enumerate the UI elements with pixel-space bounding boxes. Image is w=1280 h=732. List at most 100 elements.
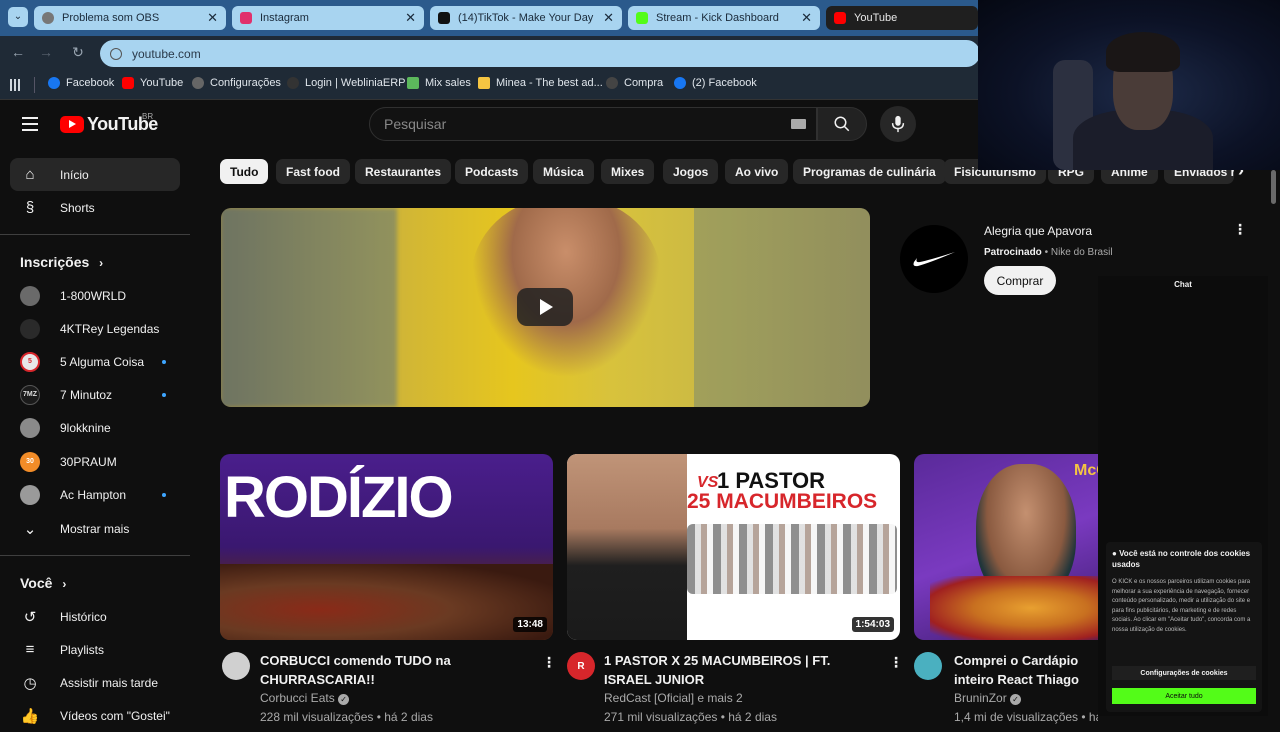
bookmark-configuracoes[interactable]: Configurações bbox=[192, 77, 281, 89]
show-more-label: Mostrar mais bbox=[60, 521, 130, 536]
thumb-text: RODÍZIO bbox=[224, 465, 454, 530]
subscription-item[interactable]: 30 30PRAUM bbox=[10, 445, 180, 478]
video-menu-icon[interactable]: ⋮ bbox=[542, 654, 556, 671]
close-tab-icon[interactable]: ✕ bbox=[603, 10, 614, 26]
subscription-item[interactable]: 5 5 Alguma Coisa bbox=[10, 345, 180, 378]
bookmark-weblinia[interactable]: Login | WebliniaERP bbox=[287, 77, 406, 89]
show-more-button[interactable]: ⌄ Mostrar mais bbox=[10, 512, 180, 545]
subscriptions-heading[interactable]: Inscrições › bbox=[20, 254, 103, 270]
close-tab-icon[interactable]: ✕ bbox=[405, 10, 416, 26]
bookmark-compra[interactable]: Compra bbox=[606, 77, 663, 89]
playlists-icon: ≡ bbox=[25, 641, 35, 658]
page-scrollbar[interactable] bbox=[1271, 170, 1276, 204]
chip-fast-food[interactable]: Fast food bbox=[276, 159, 350, 184]
thumb-food bbox=[930, 576, 1098, 640]
nike-logo[interactable] bbox=[900, 225, 968, 293]
comprar-button[interactable]: Comprar bbox=[984, 266, 1056, 295]
voice-search-button[interactable] bbox=[880, 106, 916, 142]
browser-tab-tiktok[interactable]: (14)TikTok - Make Your Day ✕ bbox=[430, 6, 622, 30]
globe-icon bbox=[287, 77, 299, 89]
video-thumbnail[interactable]: VS 1 PASTOR 25 MACUMBEIROS 1:54:03 bbox=[567, 454, 900, 640]
url-text[interactable]: youtube.com bbox=[132, 47, 201, 61]
subscription-item[interactable]: 4KTRey Legendas bbox=[10, 312, 180, 345]
channel-avatar[interactable] bbox=[914, 652, 942, 680]
sidebar-item-playlists[interactable]: ≡ Playlists bbox=[10, 633, 180, 666]
shorts-icon: § bbox=[25, 199, 35, 216]
apps-grid-icon[interactable] bbox=[10, 79, 22, 91]
bookmark-mix-sales[interactable]: Mix sales bbox=[407, 77, 471, 89]
avatar: 7MZ bbox=[20, 384, 40, 405]
video-title[interactable]: 1 PASTOR X 25 MACUMBEIROS | FT. ISRAEL J… bbox=[604, 651, 874, 689]
chip-tudo[interactable]: Tudo bbox=[220, 159, 269, 184]
keyboard-icon[interactable] bbox=[791, 119, 806, 129]
video-title[interactable]: CORBUCCI comendo TUDO na CHURRASCARIA!! bbox=[260, 651, 520, 689]
address-bar[interactable]: youtube.com bbox=[100, 40, 980, 67]
thumb-person bbox=[567, 454, 687, 640]
sidebar-item-historico[interactable]: ↺ Histórico bbox=[10, 600, 180, 633]
sidebar-item-liked[interactable]: 👍 Vídeos com "Gostei" bbox=[10, 699, 180, 732]
chip-restaurantes[interactable]: Restaurantes bbox=[355, 159, 452, 184]
search-button[interactable] bbox=[817, 107, 867, 141]
channel-name[interactable]: Corbucci Eats ✓ bbox=[260, 691, 350, 705]
kick-icon bbox=[636, 12, 648, 24]
accept-all-button[interactable]: Aceitar tudo bbox=[1112, 688, 1256, 704]
bookmark-youtube[interactable]: YouTube bbox=[122, 77, 183, 89]
subscription-item[interactable]: 1-800WRLD bbox=[10, 279, 180, 312]
cookie-consent-popup: ● Você está no controle dos cookies usad… bbox=[1106, 542, 1262, 712]
settings-icon bbox=[42, 12, 54, 24]
sidebar-item-label: Início bbox=[60, 167, 89, 182]
chip-musica[interactable]: Música bbox=[533, 159, 594, 184]
you-heading[interactable]: Você › bbox=[20, 575, 66, 591]
sidebar-divider bbox=[0, 234, 190, 235]
channel-avatar[interactable]: R bbox=[567, 652, 595, 680]
ad-title[interactable]: Alegria que Apavora bbox=[984, 224, 1092, 238]
close-tab-icon[interactable]: ✕ bbox=[207, 10, 218, 26]
browser-tab-obs[interactable]: Problema som OBS ✕ bbox=[34, 6, 226, 30]
chat-title: Chat bbox=[1174, 280, 1192, 289]
chip-ao-vivo[interactable]: Ao vivo bbox=[725, 159, 789, 184]
forward-icon[interactable]: → bbox=[36, 44, 56, 60]
cookie-icon: ● bbox=[1112, 549, 1120, 558]
thumb-text: McCa bbox=[1074, 462, 1098, 479]
channel-name[interactable]: RedCast [Oficial] e mais 2 bbox=[604, 691, 743, 705]
tab-search-button[interactable]: ⌄ bbox=[8, 7, 28, 27]
cookie-settings-button[interactable]: Configurações de cookies bbox=[1112, 666, 1256, 680]
subscription-item[interactable]: 9lokknine bbox=[10, 411, 180, 444]
browser-tab-instagram[interactable]: Instagram ✕ bbox=[232, 6, 424, 30]
reload-icon[interactable]: ↻ bbox=[68, 44, 88, 61]
facebook-icon bbox=[674, 77, 686, 89]
bookmark-facebook[interactable]: Facebook bbox=[48, 77, 114, 89]
microphone-icon bbox=[891, 115, 905, 133]
subscription-item[interactable]: Ac Hampton bbox=[10, 478, 180, 511]
sidebar-item-watch-later[interactable]: ◷ Assistir mais tarde bbox=[10, 666, 180, 699]
search-input[interactable]: Pesquisar bbox=[369, 107, 817, 141]
tab-label: YouTube bbox=[854, 12, 898, 24]
video-menu-icon[interactable]: ⋮ bbox=[889, 654, 903, 671]
site-info-icon[interactable] bbox=[110, 47, 122, 60]
chip-podcasts[interactable]: Podcasts bbox=[455, 159, 529, 184]
sidebar-item-shorts[interactable]: § Shorts bbox=[10, 191, 180, 224]
video-title[interactable]: Comprei o Cardápio inteiro React Thiago … bbox=[954, 651, 1098, 691]
browser-tab-youtube[interactable]: YouTube bbox=[826, 6, 978, 30]
play-icon[interactable] bbox=[517, 288, 573, 326]
youtube-logo[interactable]: YouTube BR bbox=[60, 112, 158, 135]
sidebar-item-inicio[interactable]: ⌂ Início bbox=[10, 158, 180, 191]
subscription-item[interactable]: 7MZ 7 Minutoz bbox=[10, 378, 180, 411]
bookmark-minea[interactable]: Minea - The best ad... bbox=[478, 77, 603, 89]
video-thumbnail[interactable]: McCa bbox=[914, 454, 1098, 640]
advertiser-name: Nike do Brasil bbox=[1050, 247, 1113, 258]
chip-programas-culinaria[interactable]: Programas de culinária bbox=[793, 159, 946, 184]
video-thumbnail[interactable]: RODÍZIO 13:48 bbox=[220, 454, 553, 640]
chip-jogos[interactable]: Jogos bbox=[663, 159, 719, 184]
channel-name[interactable]: BruninZor ✓ bbox=[954, 691, 1022, 705]
ad-kebab-icon[interactable]: ⋮ bbox=[1233, 221, 1247, 238]
menu-icon[interactable] bbox=[22, 117, 38, 135]
channel-avatar[interactable] bbox=[222, 652, 250, 680]
video-meta: 1,4 mi de visualizações • há bbox=[954, 710, 1098, 724]
new-content-dot bbox=[162, 359, 166, 364]
chip-mixes[interactable]: Mixes bbox=[601, 159, 655, 184]
back-icon[interactable]: ← bbox=[8, 44, 28, 60]
bookmark-facebook-2[interactable]: (2) Facebook bbox=[674, 77, 757, 89]
close-tab-icon[interactable]: ✕ bbox=[801, 10, 812, 26]
browser-tab-kick[interactable]: Stream - Kick Dashboard ✕ bbox=[628, 6, 820, 30]
